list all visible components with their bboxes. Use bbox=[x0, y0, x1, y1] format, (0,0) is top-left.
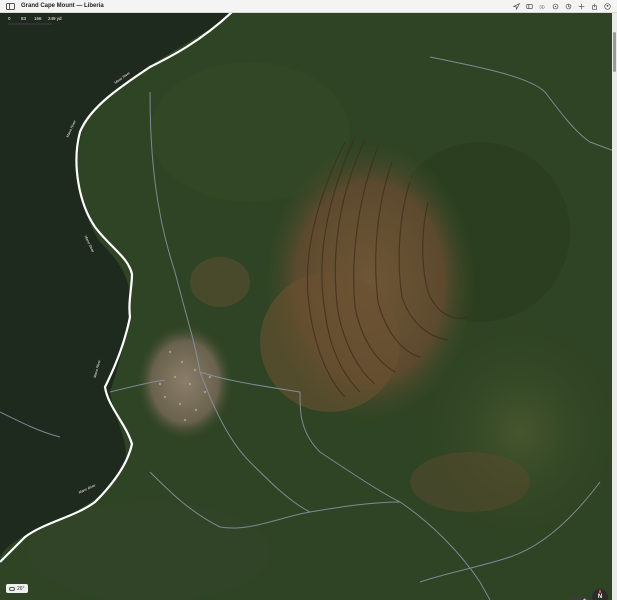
compass[interactable]: N bbox=[592, 589, 608, 600]
3d-view-icon[interactable]: 3D bbox=[539, 3, 546, 10]
title-bar: Grand Cape Mount — Liberia 3D bbox=[0, 0, 617, 13]
sidebar-toggle-icon[interactable] bbox=[6, 2, 15, 10]
look-around-icon[interactable] bbox=[552, 3, 559, 10]
cloud-icon bbox=[9, 586, 15, 591]
svg-text:3D: 3D bbox=[539, 4, 544, 9]
scale-bar: 0 83 166 249 yd bbox=[6, 16, 68, 30]
window-title: Grand Cape Mount — Liberia bbox=[21, 3, 104, 9]
compass-needle-icon bbox=[599, 590, 601, 593]
tracking-icon[interactable] bbox=[565, 3, 572, 10]
location-arrow-icon[interactable] bbox=[513, 2, 520, 10]
add-icon[interactable] bbox=[578, 3, 585, 10]
compass-label: N bbox=[597, 594, 603, 600]
scroll-thumb[interactable] bbox=[613, 32, 616, 72]
temperature: 26° bbox=[17, 585, 25, 592]
scale-tick-label: 83 bbox=[21, 16, 27, 21]
scale-tick-label: 0 bbox=[8, 16, 11, 21]
scale-tick-label: 166 bbox=[34, 16, 42, 21]
maps-window: Grand Cape Mount — Liberia 3D 0 83 166 2… bbox=[0, 0, 617, 600]
map-view-icon[interactable] bbox=[526, 3, 533, 10]
toolbar: 3D bbox=[513, 2, 611, 10]
scrollbar[interactable] bbox=[612, 12, 617, 600]
account-icon[interactable] bbox=[604, 2, 611, 10]
weather-badge[interactable]: 26° bbox=[6, 584, 28, 593]
satellite-map[interactable]: 0 83 166 249 yd Mano River Mano River Ma… bbox=[0, 12, 617, 600]
satellite-imagery bbox=[0, 12, 617, 600]
share-icon[interactable] bbox=[591, 3, 598, 10]
scale-track bbox=[8, 23, 52, 25]
scale-tick-label: 249 yd bbox=[48, 16, 62, 21]
